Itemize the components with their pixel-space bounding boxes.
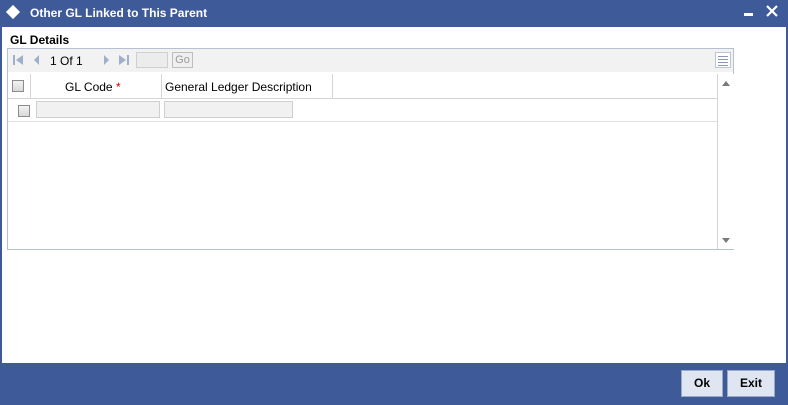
close-icon[interactable]	[764, 2, 780, 20]
minimize-icon[interactable]	[744, 13, 753, 16]
grid-header-row: GL Code * General Ledger Description	[8, 74, 717, 99]
frame-left-border	[0, 27, 2, 363]
table-row	[8, 99, 717, 122]
column-header-description[interactable]: General Ledger Description	[162, 74, 333, 98]
page-number-input[interactable]	[136, 52, 168, 68]
footer-bar	[0, 363, 788, 405]
section-title: GL Details	[10, 33, 70, 47]
scroll-down-icon[interactable]	[722, 238, 730, 244]
column-header-gl-code-label: GL Code *	[65, 80, 121, 94]
grid-vertical-scrollbar[interactable]	[717, 74, 734, 249]
scroll-up-icon[interactable]	[722, 80, 730, 86]
row-select-checkbox[interactable]	[18, 105, 30, 117]
column-header-description-label: General Ledger Description	[165, 80, 312, 94]
window-diamond-icon	[5, 4, 21, 20]
current-page: 1	[50, 54, 57, 68]
go-button[interactable]: Go	[172, 52, 193, 68]
select-all-cell	[8, 74, 31, 98]
first-page-icon[interactable]	[12, 54, 24, 66]
next-page-icon[interactable]	[100, 54, 112, 66]
page-indicator: 1 Of 1	[50, 54, 83, 68]
title-bar: Other GL Linked to This Parent	[0, 0, 788, 27]
total-pages: 1	[76, 54, 83, 68]
ok-button[interactable]: Ok	[681, 370, 723, 397]
pagination-bar: 1 Of 1 Go	[8, 49, 733, 72]
column-header-gl-code[interactable]: GL Code *	[31, 74, 162, 98]
grid-columns-menu-icon[interactable]	[715, 52, 731, 68]
window-title: Other GL Linked to This Parent	[30, 6, 208, 20]
gl-code-input[interactable]	[36, 101, 160, 118]
page-of-label: Of	[60, 54, 73, 68]
gl-details-grid: 1 Of 1 Go GL Code * General Ledger Descr…	[7, 48, 734, 250]
required-marker: *	[115, 80, 121, 94]
gl-code-label-text: GL Code	[65, 80, 113, 94]
last-page-icon[interactable]	[118, 54, 130, 66]
gl-description-input[interactable]	[164, 101, 293, 118]
exit-button[interactable]: Exit	[727, 370, 775, 397]
select-all-checkbox[interactable]	[12, 80, 24, 92]
previous-page-icon[interactable]	[31, 54, 43, 66]
